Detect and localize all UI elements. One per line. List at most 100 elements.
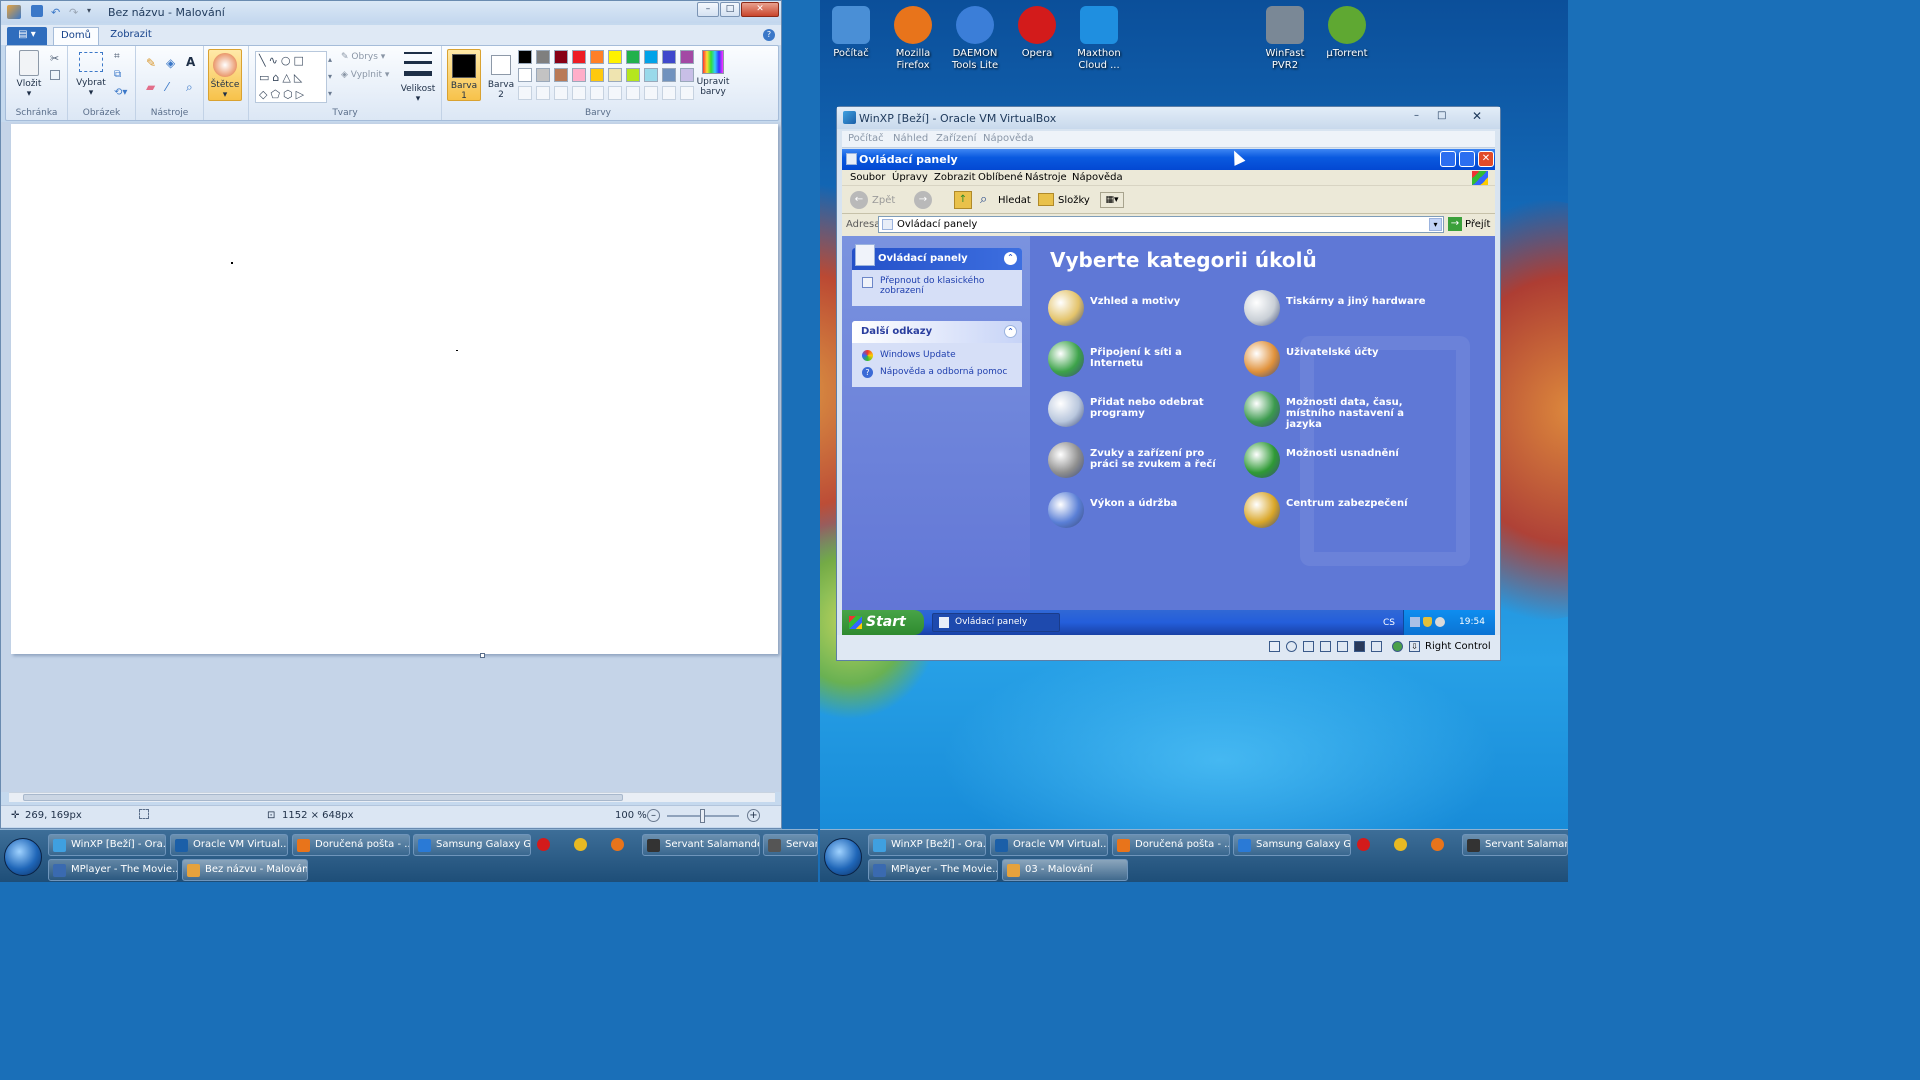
palette-color-swatch[interactable]	[680, 68, 694, 82]
xp-menu-help[interactable]: Nápověda	[1072, 172, 1123, 183]
guest-screen[interactable]: Ovládací panely ✕ Soubor Úpravy Zobrazit…	[842, 149, 1495, 635]
palette-empty-swatch[interactable]	[518, 86, 532, 100]
chevron-down-icon[interactable]: ▾	[1429, 218, 1442, 231]
zoom-slider-thumb[interactable]	[700, 809, 705, 823]
palette-color-swatch[interactable]	[608, 50, 622, 64]
taskbar-button[interactable]: MPlayer - The Movie...	[48, 859, 178, 881]
palette-color-swatch[interactable]	[662, 50, 676, 64]
chrome-icon[interactable]	[574, 838, 587, 851]
palette-empty-swatch[interactable]	[644, 86, 658, 100]
network-adapter-icon[interactable]	[1320, 641, 1331, 652]
opera-icon[interactable]	[1357, 838, 1370, 851]
palette-color-swatch[interactable]	[518, 68, 532, 82]
help-icon[interactable]: ?	[763, 29, 775, 41]
color-picker-icon[interactable]: ⁄	[166, 80, 168, 94]
taskbar-button[interactable]: Servant Salamander	[642, 834, 760, 856]
copy-icon[interactable]	[50, 70, 60, 80]
cut-icon[interactable]: ✂	[50, 52, 59, 65]
taskbar-button[interactable]: Samsung Galaxy G...	[413, 834, 531, 856]
xp-minimize-button[interactable]	[1440, 151, 1456, 167]
desktop-icon-computer[interactable]: Počítač	[819, 6, 883, 60]
zoom-in-button[interactable]: +	[747, 809, 760, 822]
palette-color-swatch[interactable]	[554, 50, 568, 64]
xp-restore-button[interactable]	[1459, 151, 1475, 167]
address-input[interactable]: Ovládací panely ▾	[878, 216, 1444, 233]
size-button[interactable]: Velikost ▾	[398, 50, 438, 104]
palette-color-swatch[interactable]	[590, 50, 604, 64]
back-icon[interactable]: ←	[850, 191, 868, 209]
palette-color-swatch[interactable]	[626, 68, 640, 82]
category-item[interactable]: Tiskárny a jiný hardware	[1244, 290, 1434, 326]
taskbar-button[interactable]: WinXP [Beží] - Ora...	[868, 834, 986, 856]
desktop-icon-utorrent[interactable]: µTorrent	[1315, 6, 1379, 60]
select-button[interactable]: Vybrat ▾	[74, 52, 108, 98]
control-panel-pane-header[interactable]: Ovládací panely ⌃	[852, 244, 1022, 270]
palette-empty-swatch[interactable]	[590, 86, 604, 100]
text-icon[interactable]: A	[186, 55, 195, 69]
search-icon[interactable]: ⌕	[980, 192, 987, 207]
palette-color-swatch[interactable]	[518, 50, 532, 64]
xp-start-button[interactable]: Start	[842, 610, 924, 635]
forward-icon[interactable]: →	[914, 191, 932, 209]
back-button[interactable]: Zpět	[872, 195, 895, 206]
desktop-icon-opera[interactable]: Opera	[1005, 6, 1069, 60]
taskbar-button[interactable]: 03 - Malování	[1002, 859, 1128, 881]
windows-update-link[interactable]: Windows Update	[880, 350, 956, 360]
category-item[interactable]: Vzhled a motivy	[1048, 290, 1238, 326]
xp-menu-edit[interactable]: Úpravy	[892, 172, 928, 183]
paint-app-icon[interactable]	[7, 5, 21, 19]
palette-color-swatch[interactable]	[680, 50, 694, 64]
palette-color-swatch[interactable]	[626, 50, 640, 64]
taskbar-button[interactable]: Doručená pošta - ...	[1112, 834, 1230, 856]
category-item[interactable]: Centrum zabezpečení	[1244, 492, 1434, 528]
go-icon[interactable]: →	[1448, 217, 1462, 231]
brushes-button[interactable]: Štětce ▾	[208, 49, 242, 101]
paint-menu-button[interactable]: ▤ ▾	[7, 27, 47, 45]
palette-empty-swatch[interactable]	[662, 86, 676, 100]
category-item[interactable]: Výkon a údržba	[1048, 492, 1238, 528]
collapse-icon[interactable]: ⌃	[1004, 325, 1017, 338]
taskbar-button[interactable]: Servant S	[763, 834, 818, 856]
desktop-icon-firefox[interactable]: Mozilla Firefox	[881, 6, 945, 72]
vbox-maximize-button[interactable]: □	[1437, 110, 1446, 121]
category-item[interactable]: Zvuky a zařízení pro práci se zvukem a ř…	[1048, 441, 1238, 478]
desktop-icon-winfast[interactable]: WinFast PVR2	[1253, 6, 1317, 72]
vbox-minimize-button[interactable]: –	[1414, 110, 1419, 121]
color1-button[interactable]: Barva 1	[447, 49, 481, 101]
taskbar-button[interactable]: Samsung Galaxy G...	[1233, 834, 1351, 856]
xp-task-control-panel[interactable]: Ovládací panely	[932, 613, 1060, 632]
palette-color-swatch[interactable]	[572, 50, 586, 64]
palette-color-swatch[interactable]	[644, 50, 658, 64]
canvas-resize-handle[interactable]	[480, 653, 485, 658]
taskbar-button[interactable]: Bez názvu - Malování	[182, 859, 308, 881]
xp-menu-file[interactable]: Soubor	[850, 172, 885, 183]
cd-icon[interactable]	[1286, 641, 1297, 652]
crop-icon[interactable]: ⌗	[114, 51, 120, 62]
shared-folders-icon[interactable]	[1371, 641, 1382, 652]
vbox-menu-devices[interactable]: Zařízení	[936, 133, 976, 144]
floppy-icon[interactable]	[1303, 641, 1314, 652]
edit-colors-button[interactable]: Upravit barvy	[696, 50, 730, 97]
drawing-canvas[interactable]	[11, 124, 778, 654]
other-links-header[interactable]: Další odkazy ⌃	[852, 321, 1022, 343]
desktop-icon-daemon-tools[interactable]: DAEMON Tools Lite	[943, 6, 1007, 72]
language-indicator[interactable]: CS	[1383, 618, 1395, 628]
security-shield-icon[interactable]	[1423, 617, 1432, 627]
palette-empty-swatch[interactable]	[626, 86, 640, 100]
hdd-icon[interactable]	[1269, 641, 1280, 652]
palette-color-swatch[interactable]	[554, 68, 568, 82]
mouse-integration-icon[interactable]	[1392, 641, 1403, 652]
xp-menu-tools[interactable]: Nástroje	[1025, 172, 1067, 183]
palette-color-swatch[interactable]	[572, 68, 586, 82]
tab-home[interactable]: Domů	[53, 27, 99, 45]
redo-icon[interactable]: ↷	[69, 6, 78, 19]
collapse-icon[interactable]: ⌃	[1004, 252, 1017, 265]
shapes-gallery[interactable]: ╲∿○□ ▭⌂△◺ ◇⬠⬡▷	[255, 51, 327, 103]
palette-color-swatch[interactable]	[608, 68, 622, 82]
palette-color-swatch[interactable]	[662, 68, 676, 82]
help-support-link[interactable]: Nápověda a odborná pomoc	[880, 367, 1007, 377]
close-button[interactable]: ✕	[741, 2, 779, 17]
start-orb[interactable]	[824, 838, 862, 876]
taskbar-button[interactable]: Servant Salamander	[1462, 834, 1568, 856]
palette-color-swatch[interactable]	[590, 68, 604, 82]
